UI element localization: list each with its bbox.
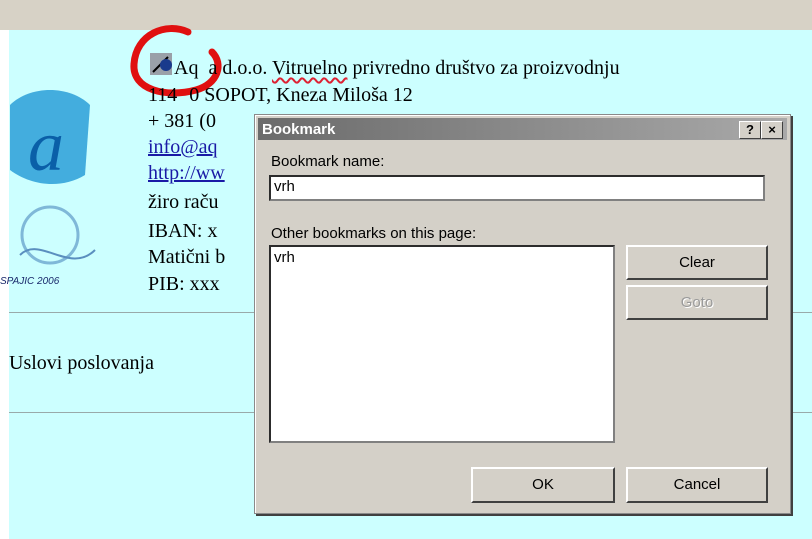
list-item[interactable]: vrh [274, 249, 610, 266]
phone-line: + 381 (0 [148, 110, 216, 132]
browser-toolbar [0, 0, 812, 30]
dialog-title: Bookmark [262, 121, 336, 138]
company-name-line: Aq a d.o.o. Vitruelno privredno društvo z… [174, 57, 620, 79]
bookmark-name-input[interactable]: vrh [269, 175, 765, 201]
close-button[interactable]: × [761, 121, 783, 139]
maticni-line: Matični b [148, 246, 226, 268]
spellcheck-word: Vitruelno [271, 57, 348, 79]
cancel-button[interactable]: Cancel [626, 467, 768, 503]
help-button[interactable]: ? [739, 121, 761, 139]
email-link[interactable]: info@aq [148, 136, 218, 159]
dialog-titlebar[interactable]: Bookmark ? × [258, 118, 787, 140]
logo-caption: SPAJIC 2006 [0, 276, 60, 287]
clear-button[interactable]: Clear [626, 245, 768, 280]
svg-text:a: a [28, 106, 64, 186]
goto-button[interactable]: Goto [626, 285, 768, 320]
other-bookmarks-label: Other bookmarks on this page: [271, 225, 477, 242]
iban-line: IBAN: x [148, 220, 218, 242]
address-line: 114 0 SOPOT, Kneza Miloša 12 [148, 84, 413, 106]
account-line: žiro raču [148, 191, 219, 213]
other-bookmarks-list[interactable]: vrh [269, 245, 615, 443]
bookmark-dialog: Bookmark ? × Bookmark name: vrh Other bo… [254, 114, 791, 514]
pib-line: PIB: xxx [148, 273, 220, 295]
bookmark-name-label: Bookmark name: [271, 153, 385, 170]
ok-button[interactable]: OK [471, 467, 615, 503]
company-logo: a [10, 90, 96, 265]
section-heading[interactable]: Uslovi poslovanja [9, 352, 154, 375]
website-link[interactable]: http://ww [148, 162, 225, 185]
